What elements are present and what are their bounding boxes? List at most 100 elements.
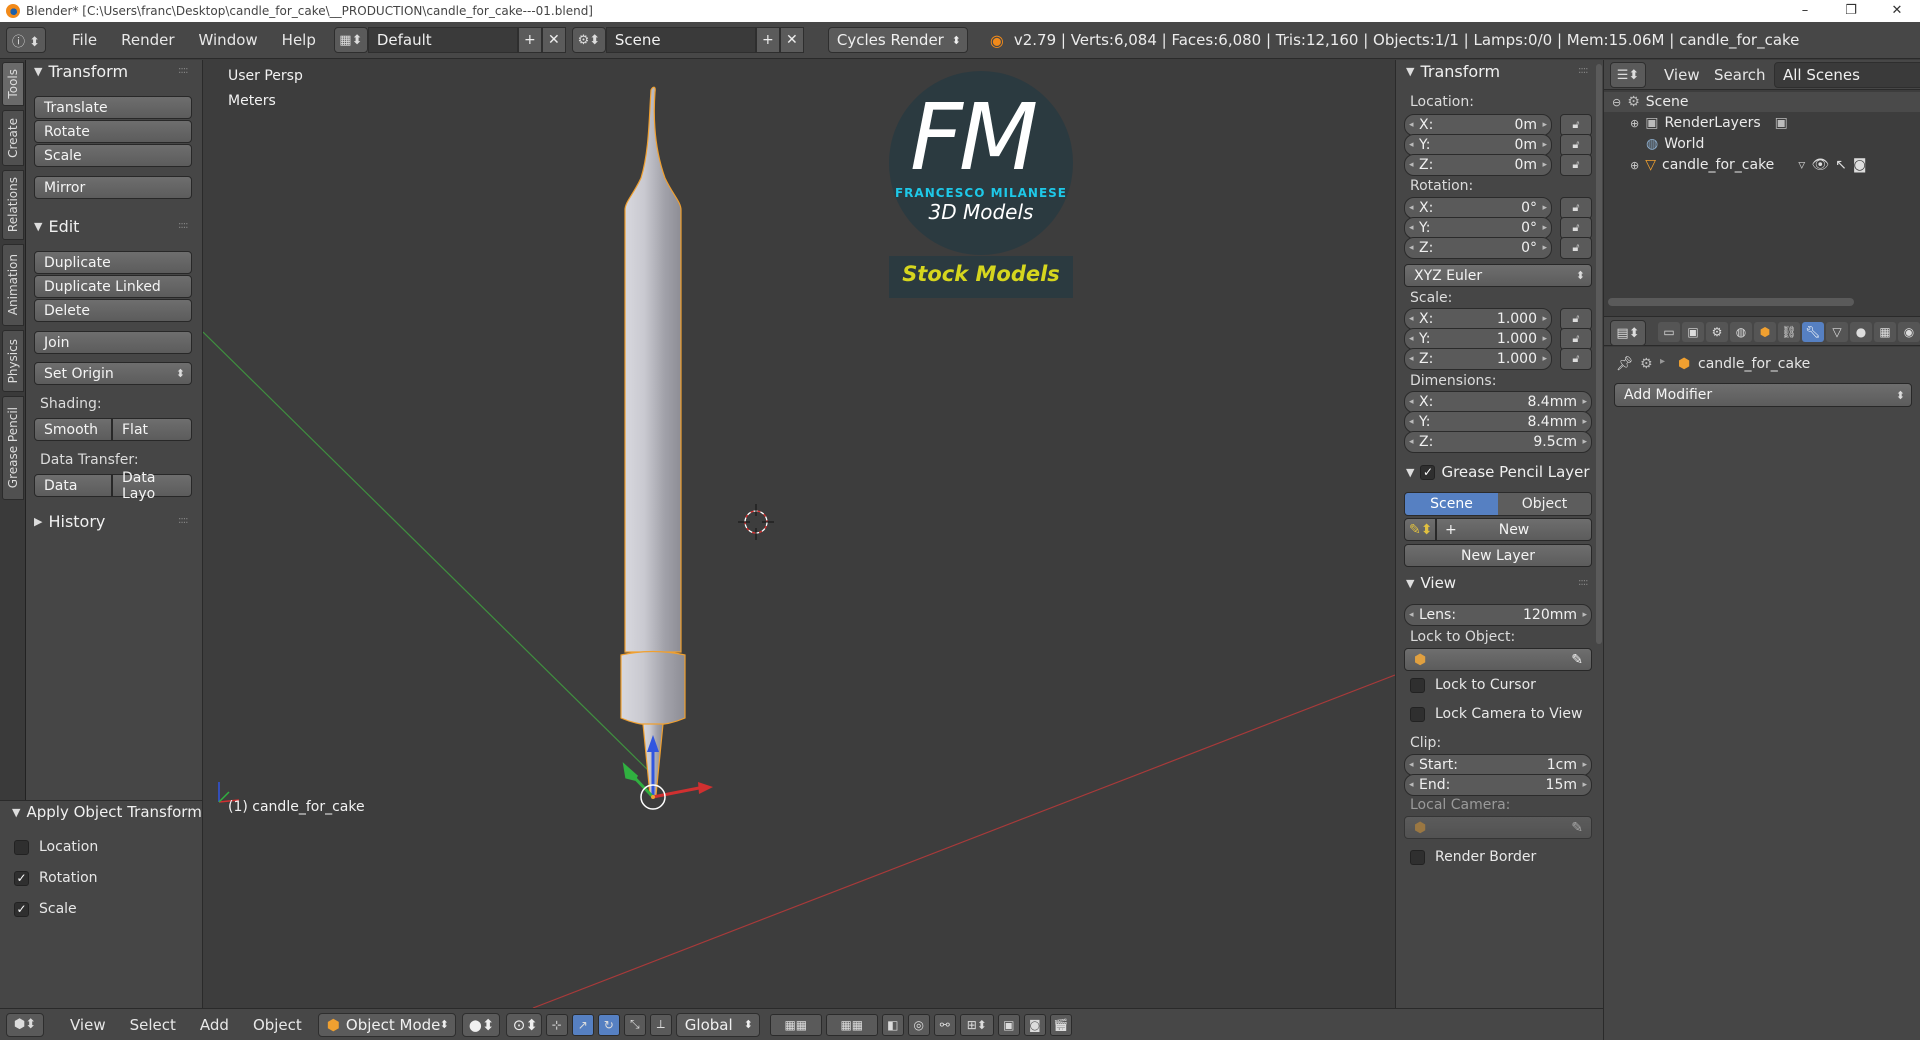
proportional-edit-icon[interactable]: ◎ <box>907 1013 930 1036</box>
n-transform-header[interactable]: ▼ Transform <box>1406 62 1500 81</box>
outliner-row-candle[interactable]: ⊕ ▽ candle_for_cake ▿ 👁︎ ↖ ◙ <box>1604 155 1920 175</box>
outliner-row-scene[interactable]: ⊖ ⚙ Scene <box>1604 92 1920 112</box>
view3d-editor-type-button[interactable]: ⬢⬍ <box>6 1012 44 1037</box>
expand-toggle-icon[interactable]: ⊕ <box>1630 159 1639 172</box>
lock-scale-y-icon[interactable]: 🔓︎ <box>1560 328 1592 350</box>
scale-manipulator-icon[interactable]: ⤡ <box>623 1013 646 1036</box>
add-layout-button[interactable]: + <box>517 27 542 53</box>
menu-window[interactable]: Window <box>187 31 270 49</box>
apply-transform-header[interactable]: ▼ Apply Object Transform <box>12 803 202 821</box>
transform-panel-header[interactable]: ▼ Transform <box>34 62 128 81</box>
data-tab-icon[interactable]: ▽ <box>1826 322 1848 342</box>
scale-x-field[interactable]: X:1.000 <box>1404 308 1552 330</box>
snap-element-dropdown[interactable]: ⊞⬍ <box>959 1013 994 1036</box>
flat-button[interactable]: Flat <box>112 418 192 441</box>
3d-cursor-icon[interactable] <box>738 504 774 540</box>
material-tab-icon[interactable]: ● <box>1850 322 1872 342</box>
menu-object[interactable]: Object <box>241 1016 314 1034</box>
rotation-y-field[interactable]: Y:0° <box>1404 217 1552 239</box>
lock-rotation-x-icon[interactable]: 🔓︎ <box>1560 197 1592 219</box>
rotation-mode-dropdown[interactable]: XYZ Euler <box>1404 264 1592 287</box>
tab-animation[interactable]: Animation <box>2 244 24 326</box>
x-arrow-head[interactable] <box>698 782 713 794</box>
outliner-horizontal-scrollbar[interactable] <box>1608 298 1854 306</box>
manipulator-toggle-icon[interactable]: ⊹ <box>545 1013 568 1036</box>
texture-tab-icon[interactable]: ▦ <box>1874 322 1896 342</box>
gp-new-layer-button[interactable]: New Layer <box>1404 544 1592 567</box>
physics-tab-icon[interactable]: ◉ <box>1898 322 1920 342</box>
scale-y-field[interactable]: Y:1.000 <box>1404 328 1552 350</box>
scale-button[interactable]: Scale <box>34 144 192 167</box>
scale-z-field[interactable]: Z:1.000 <box>1404 348 1552 370</box>
menu-file[interactable]: File <box>60 31 109 49</box>
panel-grip-icon[interactable]: :::: <box>1578 65 1589 76</box>
lock-object-field[interactable]: ⬢ ✎ <box>1404 648 1592 671</box>
editor-type-info-button[interactable]: ⓘ ⬍ <box>6 27 46 53</box>
opengl-render-icon[interactable]: ▣ <box>997 1013 1020 1036</box>
delete-button[interactable]: Delete <box>34 299 192 322</box>
outliner-row-world[interactable]: ◍ World <box>1604 134 1920 154</box>
lock-location-z-icon[interactable]: 🔓︎ <box>1560 154 1592 176</box>
edit-panel-header[interactable]: ▼ Edit <box>34 217 79 236</box>
3d-viewport[interactable]: User Persp Meters (1) candle_for_cake <box>203 60 1395 1008</box>
pin-icon[interactable]: 📌︎ <box>1616 356 1634 372</box>
close-window-button[interactable]: ✕ <box>1874 0 1920 22</box>
tab-relations[interactable]: Relations <box>2 170 24 240</box>
modifiers-tab-icon[interactable]: 🔧︎ <box>1802 322 1824 342</box>
rotate-manipulator-icon[interactable]: ↻ <box>597 1013 620 1036</box>
outliner-editor-type-button[interactable]: ☰⬍ <box>1610 62 1646 88</box>
remove-scene-button[interactable]: ✕ <box>779 27 804 53</box>
scene-tab-icon[interactable]: ⚙ <box>1706 322 1728 342</box>
restore-button[interactable]: ❐ <box>1828 0 1874 22</box>
lock-rotation-z-icon[interactable]: 🔓︎ <box>1560 237 1592 259</box>
panel-grip-icon[interactable]: :::: <box>1578 577 1589 588</box>
grease-pencil-layer-header[interactable]: ▼ ✓ Grease Pencil Layer <box>1406 463 1590 481</box>
viewport-shading-dropdown[interactable]: ●⬍ <box>461 1012 500 1037</box>
grease-pencil-enable-checkbox[interactable]: ✓ <box>1420 464 1441 480</box>
gp-scene-button[interactable]: Scene <box>1405 493 1498 515</box>
smooth-button[interactable]: Smooth <box>34 418 112 441</box>
menu-render[interactable]: Render <box>109 31 186 49</box>
panel-grip-icon[interactable]: :::: <box>178 515 189 526</box>
constraints-tab-icon[interactable]: ⛓ <box>1778 322 1800 342</box>
render-engine-dropdown[interactable]: Cycles Render ⬍ <box>827 27 968 53</box>
outliner-search-menu[interactable]: Search <box>1714 66 1766 84</box>
lock-scale-x-icon[interactable]: 🔓︎ <box>1560 308 1592 330</box>
apply-rotation-checkbox[interactable]: ✓ Rotation <box>14 870 98 886</box>
properties-region-scrollbar[interactable] <box>1596 64 1602 644</box>
gp-new-button[interactable]: + New <box>1436 518 1592 541</box>
y-arrow-head[interactable] <box>622 762 638 781</box>
tab-grease-pencil[interactable]: Grease Pencil <box>2 396 24 500</box>
scene-field[interactable]: Scene <box>605 27 756 53</box>
lock-location-y-icon[interactable]: 🔓︎ <box>1560 134 1592 156</box>
visibility-eye-icon[interactable]: 👁︎ <box>1811 157 1829 173</box>
local-camera-field[interactable]: ⬢ ✎ <box>1404 816 1592 839</box>
data-button[interactable]: Data <box>34 474 112 497</box>
expand-toggle-icon[interactable]: ⊕ <box>1630 117 1639 130</box>
clip-end-field[interactable]: End:15m <box>1404 774 1592 796</box>
render-image-icon[interactable]: ◙ <box>1023 1013 1046 1036</box>
rotation-x-field[interactable]: X:0° <box>1404 197 1552 219</box>
dimension-z-field[interactable]: Z:9.5cm <box>1404 431 1592 453</box>
layers-group-1[interactable]: ▦▦ <box>769 1013 822 1036</box>
apply-location-checkbox[interactable]: Location <box>14 839 98 855</box>
clip-start-field[interactable]: Start:1cm <box>1404 754 1592 776</box>
lock-to-cursor-checkbox[interactable]: Lock to Cursor <box>1410 677 1536 693</box>
apply-scale-checkbox[interactable]: ✓ Scale <box>14 901 77 917</box>
object-tab-icon[interactable]: ⬢ <box>1754 322 1776 342</box>
lock-layers-icon[interactable]: ◧ <box>881 1013 904 1036</box>
set-origin-dropdown[interactable]: Set Origin <box>34 362 192 385</box>
render-layers-tab-icon[interactable]: ▣ <box>1682 322 1704 342</box>
duplicate-button[interactable]: Duplicate <box>34 251 192 274</box>
x-manipulator-arrow[interactable] <box>652 786 700 799</box>
menu-add[interactable]: Add <box>188 1016 241 1034</box>
lens-field[interactable]: Lens:120mm <box>1404 604 1592 626</box>
collapse-toggle-icon[interactable]: ⊖ <box>1612 96 1621 109</box>
tab-physics[interactable]: Physics <box>2 330 24 392</box>
transform-orientation-icon[interactable]: ⟂ <box>649 1013 672 1036</box>
location-y-field[interactable]: Y:0m <box>1404 134 1552 156</box>
world-tab-icon[interactable]: ◍ <box>1730 322 1752 342</box>
tab-create[interactable]: Create <box>2 110 24 166</box>
lock-camera-to-view-checkbox[interactable]: Lock Camera to View <box>1410 706 1583 722</box>
translate-button[interactable]: Translate <box>34 96 192 119</box>
